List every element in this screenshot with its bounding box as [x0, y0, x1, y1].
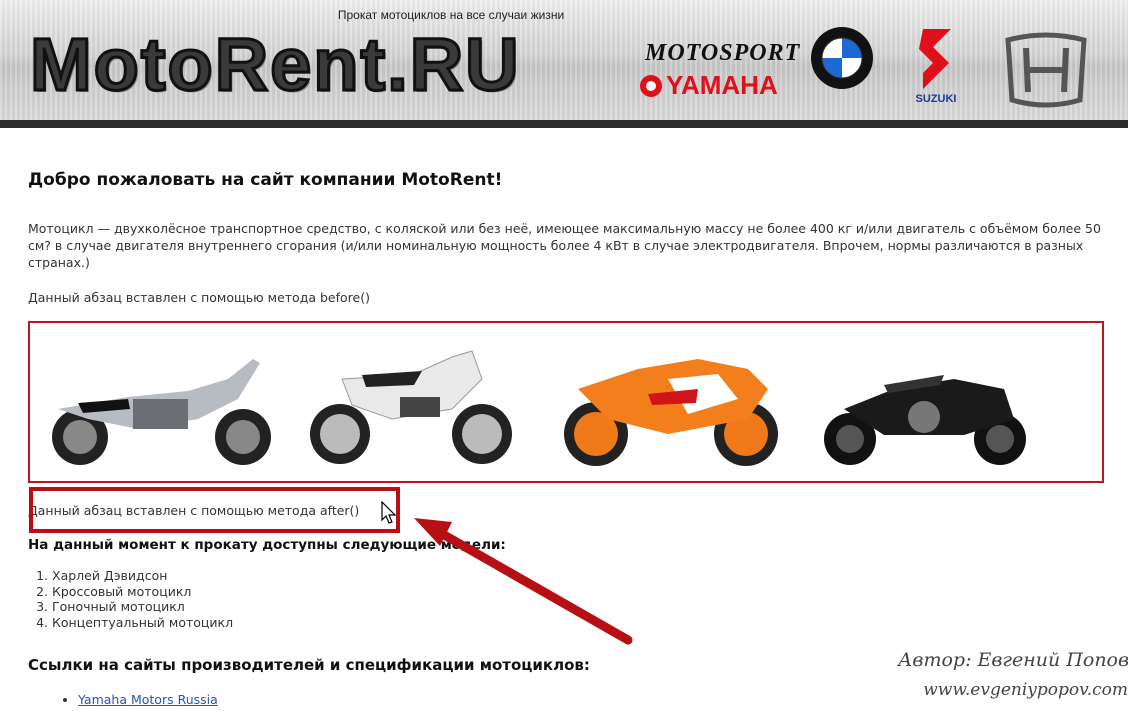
author-site: www.evgeniypopov.com: [923, 680, 1128, 700]
yamaha-emblem-icon: [640, 74, 662, 97]
honda-logo-icon: [1005, 32, 1087, 108]
bmw-logo-icon: [811, 27, 873, 89]
site-logo[interactable]: MotoRent.RU: [29, 20, 521, 110]
mouse-cursor-icon: [381, 501, 397, 524]
svg-text:SUZUKI: SUZUKI: [916, 93, 957, 105]
motorcycle-gallery: [28, 321, 1104, 483]
author-line: Автор: Евгений Попов: [898, 649, 1128, 671]
models-list: Харлей Дэвидсон Кроссовый мотоцикл Гоноч…: [28, 568, 233, 630]
motosport-logo: MOTOSPORT: [645, 40, 801, 66]
list-item: Гоночный мотоцикл: [52, 599, 233, 615]
site-header: Прокат мотоциклов на все случаи жизни Mo…: [0, 0, 1128, 128]
concept-motorcycle-image[interactable]: [814, 339, 1034, 469]
links-heading: Ссылки на сайты производителей и специфи…: [28, 656, 590, 674]
before-paragraph: Данный абзац вставлен с помощью метода b…: [28, 290, 370, 305]
list-item: Концептуальный мотоцикл: [52, 615, 233, 631]
welcome-heading: Добро пожаловать на сайт компании MotoRe…: [28, 170, 503, 190]
yamaha-logo: YAMAHA: [640, 70, 778, 101]
yamaha-russia-link[interactable]: Yamaha Motors Russia: [78, 692, 218, 707]
list-item: Yamaha Motors Russia: [78, 692, 218, 707]
links-list: Yamaha Motors Russia: [28, 692, 218, 707]
harley-motorcycle-image[interactable]: [38, 339, 278, 469]
cross-motorcycle-image[interactable]: [302, 339, 522, 469]
models-heading: На данный момент к прокату доступны след…: [28, 537, 506, 553]
sport-motorcycle-image[interactable]: [548, 339, 788, 469]
author-watermark: Автор: Евгений Попов www.evgeniypopov.co…: [898, 645, 1128, 705]
list-item: Кроссовый мотоцикл: [52, 584, 233, 600]
list-item: Харлей Дэвидсон: [52, 568, 233, 584]
suzuki-logo-icon: SUZUKI: [916, 29, 957, 105]
annotation-highlight-box: [29, 487, 400, 533]
intro-paragraph: Мотоцикл — двухколёсное транспортное сре…: [28, 221, 1101, 270]
